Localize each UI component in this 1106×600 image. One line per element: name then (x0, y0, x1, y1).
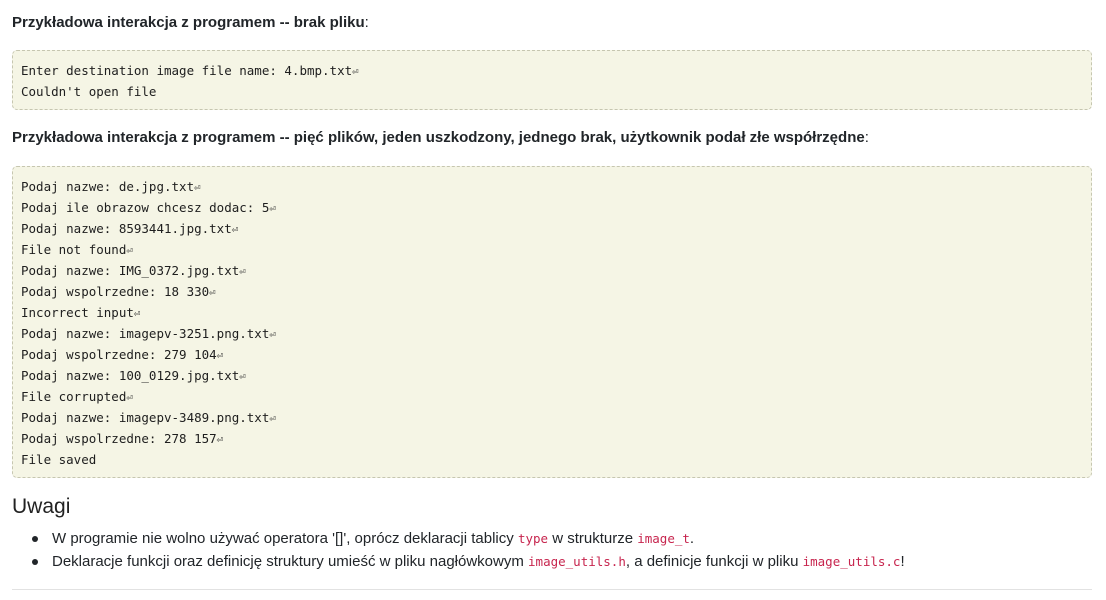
notes-list: W programie nie wolno używać operatora '… (12, 528, 1092, 573)
example1-caption: Przykładowa interakcja z programem -- br… (12, 0, 1092, 34)
notes-item-text: , a definicje funkcji w pliku (625, 553, 803, 570)
return-icon: ⏎ (269, 328, 276, 341)
bullet-icon (32, 559, 38, 565)
code-line-text: File corrupted (21, 389, 127, 404)
return-icon: ⏎ (269, 202, 276, 215)
code-line-text: Podaj wspolrzedne: 18 330 (21, 284, 210, 299)
return-icon: ⏎ (231, 223, 239, 236)
code-line-text: File not found (21, 242, 127, 257)
notes-item-text: w strukturze (548, 530, 638, 547)
code-line-text: Podaj nazwe: de.jpg.txt (21, 179, 195, 194)
example1-caption-text: Przykładowa interakcja z programem -- br… (12, 14, 365, 31)
code-line: File corrupted⏎ (21, 386, 1083, 407)
code-line: Couldn't open file (21, 81, 1083, 102)
return-icon: ⏎ (194, 181, 201, 194)
return-icon: ⏎ (216, 349, 224, 362)
code-line-text: Podaj nazwe: imagepv-3251.png.txt (21, 326, 270, 341)
code-line: Enter destination image file name: 4.bmp… (21, 60, 1083, 81)
notes-item: Deklaracje funkcji oraz definicję strukt… (32, 551, 1092, 573)
code-line: File not found⏎ (21, 239, 1083, 260)
return-icon: ⏎ (216, 433, 224, 446)
return-icon: ⏎ (133, 307, 141, 320)
inline-code: image_t (637, 531, 690, 546)
example1-code-block: Enter destination image file name: 4.bmp… (12, 50, 1092, 110)
code-line: Podaj nazwe: 100_0129.jpg.txt⏎ (21, 365, 1083, 386)
example2-caption-suffix: : (864, 129, 869, 146)
bullet-icon (32, 536, 38, 542)
notes-item-text: W programie nie wolno używać operatora '… (52, 530, 518, 547)
code-line: File saved (21, 449, 1083, 470)
code-line-text: Podaj nazwe: IMG_0372.jpg.txt (21, 263, 240, 278)
code-line-text: Incorrect input (21, 305, 134, 320)
code-line-text: Podaj wspolrzedne: 278 157 (21, 431, 217, 446)
code-line: Podaj wspolrzedne: 278 157⏎ (21, 428, 1083, 449)
example2-code-block: Podaj nazwe: de.jpg.txt⏎ Podaj ile obrazo… (12, 166, 1092, 478)
return-icon: ⏎ (126, 244, 133, 257)
inline-code: type (517, 531, 549, 546)
horizontal-divider (12, 589, 1092, 590)
code-line: Podaj nazwe: IMG_0372.jpg.txt⏎ (21, 260, 1083, 281)
code-line: Podaj wspolrzedne: 18 330⏎ (21, 281, 1083, 302)
code-line: Podaj wspolrzedne: 279 104⏎ (21, 344, 1083, 365)
return-icon: ⏎ (126, 391, 133, 404)
notes-item-text: ! (900, 553, 905, 570)
document-page: Przykładowa interakcja z programem -- br… (0, 0, 1106, 600)
code-line: Podaj nazwe: imagepv-3489.png.txt⏎ (21, 407, 1083, 428)
return-icon: ⏎ (352, 65, 359, 78)
return-icon: ⏎ (209, 286, 216, 299)
code-line-text: Enter destination image file name: 4.bmp… (21, 63, 353, 78)
example1-caption-suffix: : (364, 14, 369, 31)
inline-code: image_utils.h (528, 554, 626, 569)
example2-caption-text: Przykładowa interakcja z programem -- pi… (12, 129, 865, 146)
example2-caption: Przykładowa interakcja z programem -- pi… (12, 127, 1092, 149)
code-line-text: Podaj ile obrazow chcesz dodac: 5 (21, 200, 270, 215)
return-icon: ⏎ (239, 370, 246, 383)
notes-item-text: . (689, 530, 695, 547)
code-line: Podaj ile obrazow chcesz dodac: 5⏎ (21, 197, 1083, 218)
code-line: Podaj nazwe: 8593441.jpg.txt⏎ (21, 218, 1083, 239)
code-line-text: Podaj nazwe: imagepv-3489.png.txt (21, 410, 270, 425)
inline-code: image_utils.c (802, 554, 901, 569)
return-icon: ⏎ (269, 412, 276, 425)
return-icon: ⏎ (239, 265, 246, 278)
code-line-text: Couldn't open file (21, 84, 157, 99)
code-line: Incorrect input⏎ (21, 302, 1083, 323)
code-line-text: Podaj wspolrzedne: 279 104 (21, 347, 217, 362)
notes-item-text: Deklaracje funkcji oraz definicję strukt… (52, 553, 529, 570)
notes-item: W programie nie wolno używać operatora '… (32, 528, 1092, 550)
code-line-text: File saved (21, 452, 97, 467)
code-line: Podaj nazwe: de.jpg.txt⏎ (21, 176, 1083, 197)
notes-heading: Uwagi (12, 495, 71, 518)
code-line-text: Podaj nazwe: 8593441.jpg.txt (21, 221, 232, 236)
code-line-text: Podaj nazwe: 100_0129.jpg.txt (21, 368, 240, 383)
code-line: Podaj nazwe: imagepv-3251.png.txt⏎ (21, 323, 1083, 344)
